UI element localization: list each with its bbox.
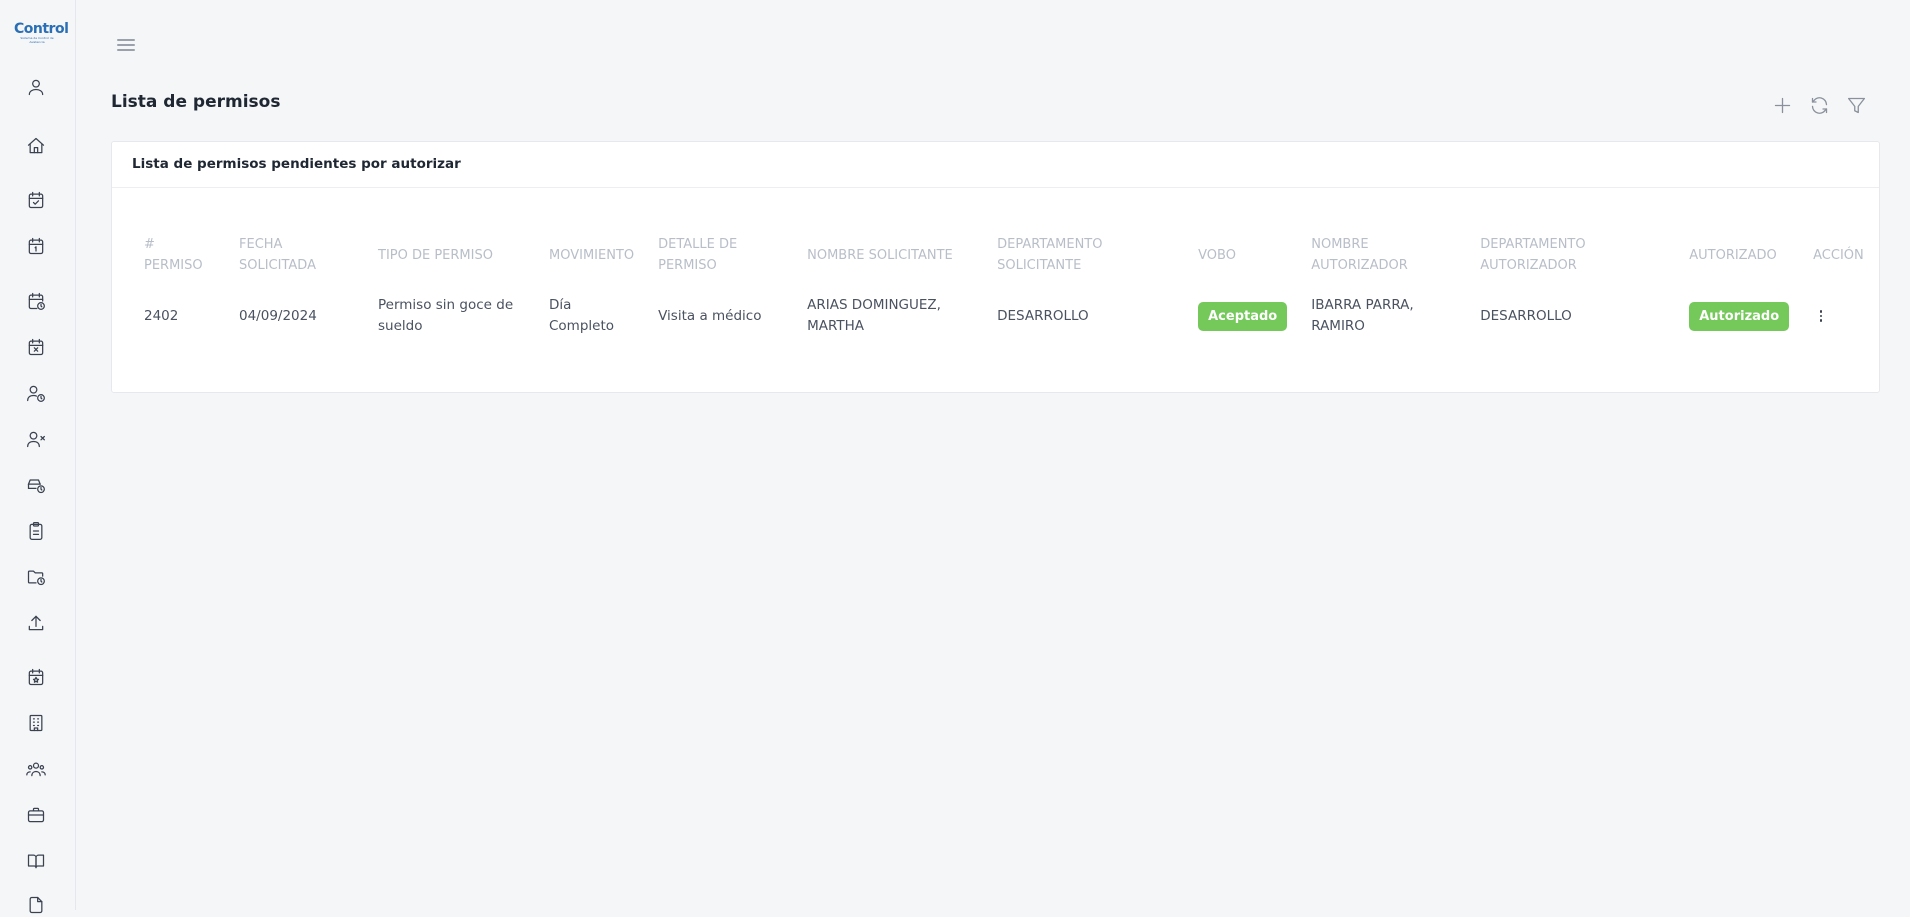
cell-autorizado: Autorizado	[1677, 286, 1801, 346]
car-clock-icon[interactable]	[24, 473, 48, 497]
cell-tipo: Permiso sin goce de sueldo	[378, 297, 514, 334]
autorizado-badge: Autorizado	[1689, 301, 1790, 331]
users-icon[interactable]	[24, 757, 48, 781]
toolbar	[1771, 94, 1868, 117]
folder-clock-icon[interactable]	[24, 565, 48, 589]
book-icon[interactable]	[24, 849, 48, 873]
col-autorizado[interactable]: Autorizado	[1677, 224, 1801, 286]
vobo-badge: Aceptado	[1198, 301, 1288, 331]
cell-accion	[1801, 286, 1877, 346]
user-clock-icon[interactable]	[24, 381, 48, 405]
user-icon[interactable]	[24, 75, 48, 99]
col-fecha[interactable]: Fecha solicitada	[227, 224, 366, 286]
calendar-one-icon[interactable]	[24, 234, 48, 258]
upload-icon[interactable]	[24, 611, 48, 635]
permissions-card: Lista de permisos pendientes por autoriz…	[111, 141, 1880, 393]
filter-icon	[1847, 97, 1866, 114]
col-depto-autorizador[interactable]: Departamento autorizador	[1468, 224, 1677, 286]
cell-depto-solicitante: DESARROLLO	[997, 307, 1089, 324]
cell-fecha: 04/09/2024	[239, 307, 317, 324]
cell-detalle: Visita a médico	[658, 307, 762, 324]
refresh-button[interactable]	[1808, 94, 1831, 117]
col-movimiento[interactable]: Movimiento	[537, 224, 646, 286]
cell-movimiento: Día Completo	[549, 297, 615, 334]
col-solicitante[interactable]: Nombre solicitante	[795, 224, 985, 286]
filter-button[interactable]	[1845, 94, 1868, 117]
calendar-star-icon[interactable]	[24, 665, 48, 689]
page-title: Lista de permisos	[111, 92, 281, 112]
building-icon[interactable]	[24, 711, 48, 735]
home-icon[interactable]	[24, 134, 48, 158]
more-options-icon[interactable]	[1813, 306, 1829, 326]
calendar-x-icon[interactable]	[24, 335, 48, 359]
plus-icon	[1774, 97, 1791, 114]
table-header-row: # permiso Fecha solicitada Tipo de permi…	[132, 224, 1877, 286]
cell-permiso: 2402	[144, 307, 179, 324]
cell-depto-autorizador: DESARROLLO	[1480, 307, 1572, 324]
cell-vobo: Aceptado	[1186, 286, 1299, 346]
col-vobo[interactable]: VoBo	[1186, 224, 1299, 286]
logo-text: Control	[14, 21, 69, 37]
calendar-check-icon[interactable]	[24, 188, 48, 212]
cell-autorizador: IBARRA PARRA, RAMIRO	[1311, 297, 1414, 334]
refresh-icon	[1811, 97, 1828, 114]
col-accion: Acción	[1813, 247, 1864, 263]
menu-toggle-icon[interactable]	[116, 36, 136, 56]
card-title: Lista de permisos pendientes por autoriz…	[112, 142, 1879, 188]
add-button[interactable]	[1771, 94, 1794, 117]
app-logo[interactable]: Control Sistema de Control de Asistencia	[14, 21, 69, 46]
briefcase-icon[interactable]	[24, 803, 48, 827]
col-detalle[interactable]: Detalle de permiso	[646, 224, 795, 286]
table-row: 2402 04/09/2024 Permiso sin goce de suel…	[132, 286, 1877, 346]
col-tipo[interactable]: Tipo de permiso	[366, 224, 537, 286]
logo-subtitle: Sistema de Control de Asistencia	[20, 36, 54, 44]
permissions-table: # permiso Fecha solicitada Tipo de permi…	[132, 224, 1877, 346]
clipboard-icon[interactable]	[24, 519, 48, 543]
file-icon[interactable]	[24, 893, 48, 917]
calendar-clock-icon[interactable]	[24, 289, 48, 313]
col-depto-solicitante[interactable]: Departamento solicitante	[985, 224, 1186, 286]
col-permiso[interactable]: # permiso	[132, 224, 227, 286]
sidebar: Control Sistema de Control de Asistencia	[0, 0, 76, 914]
user-x-icon[interactable]	[24, 427, 48, 451]
cell-solicitante: ARIAS DOMINGUEZ, MARTHA	[807, 297, 941, 334]
col-autorizador[interactable]: Nombre autorizador	[1299, 224, 1468, 286]
